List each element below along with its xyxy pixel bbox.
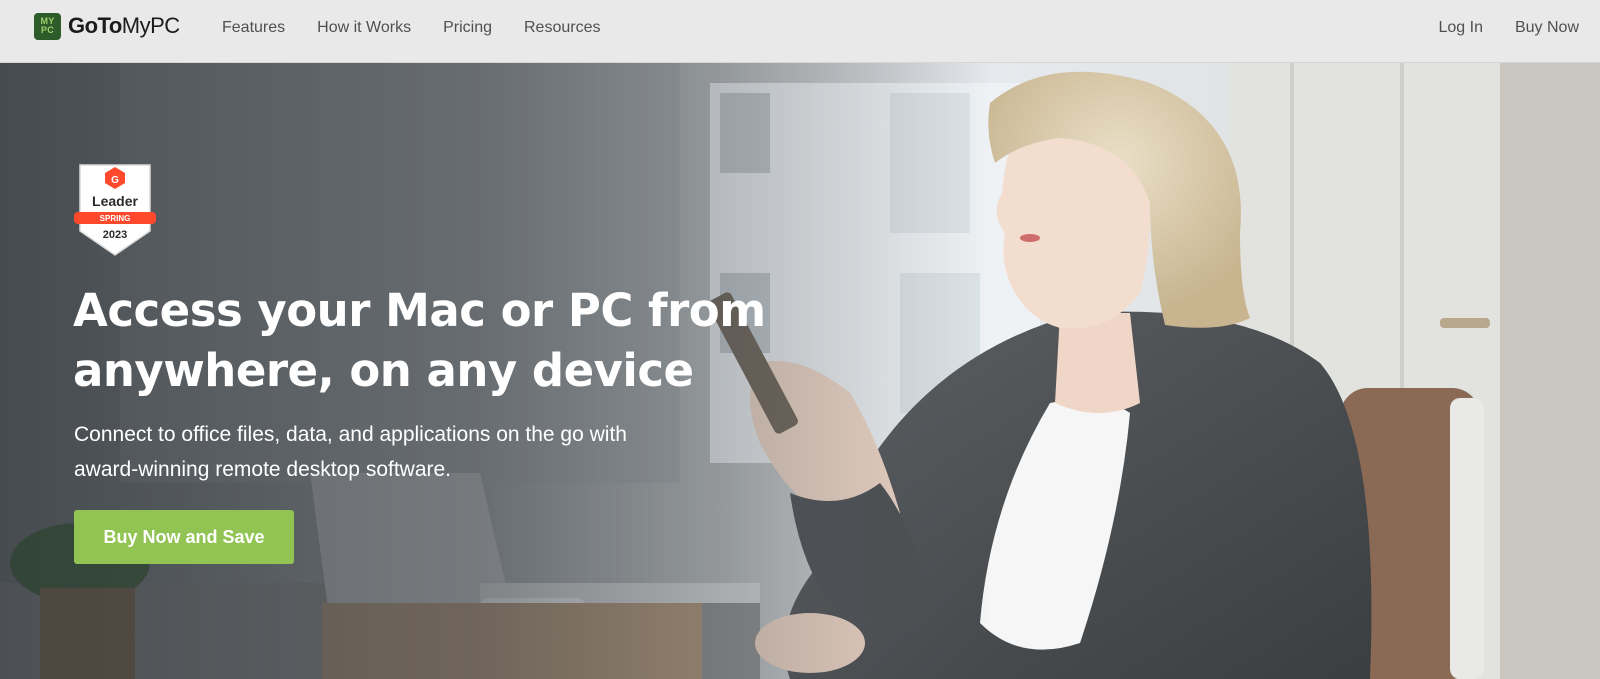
gotomypc-logo[interactable]: MY PC GoToMyPC xyxy=(34,12,180,40)
nav-link-log-in[interactable]: Log In xyxy=(1438,19,1482,37)
badge-season: SPRING xyxy=(100,214,131,223)
buy-now-and-save-button[interactable]: Buy Now and Save xyxy=(74,510,294,564)
logo-mark-bottom: PC xyxy=(41,25,54,35)
nav-link-resources[interactable]: Resources xyxy=(524,19,600,37)
logo-name-bold: GoTo xyxy=(68,13,122,38)
nav-link-features[interactable]: Features xyxy=(222,19,285,37)
nav-link-pricing[interactable]: Pricing xyxy=(443,19,492,37)
badge-brand-letter: G xyxy=(111,175,119,186)
badge-title: Leader xyxy=(92,193,138,209)
top-navigation: MY PC GoToMyPC Features How it Works Pri… xyxy=(0,0,1600,63)
hero-section: G Leader SPRING 2023 Access your Mac or … xyxy=(0,63,1600,679)
hero-subtitle: Connect to office files, data, and appli… xyxy=(74,417,774,487)
g2-leader-badge: G Leader SPRING 2023 xyxy=(74,164,156,256)
nav-link-how-it-works[interactable]: How it Works xyxy=(317,19,411,37)
nav-link-buy-now[interactable]: Buy Now xyxy=(1515,19,1579,37)
logo-wordmark: GoToMyPC xyxy=(68,13,180,39)
logo-mark-icon: MY PC xyxy=(34,12,61,40)
hero-subtitle-line-2: award-winning remote desktop software. xyxy=(74,458,452,481)
hero-title: Access your Mac or PC from anywhere, on … xyxy=(73,281,813,401)
hero-title-line-2: anywhere, on any device xyxy=(73,344,694,397)
logo-name-light: MyPC xyxy=(121,13,180,38)
account-nav: Log In Buy Now xyxy=(1406,0,1579,56)
badge-year: 2023 xyxy=(103,229,127,241)
hero-title-line-1: Access your Mac or PC from xyxy=(73,284,766,337)
primary-nav: Features How it Works Pricing Resources xyxy=(222,0,632,56)
hero-subtitle-line-1: Connect to office files, data, and appli… xyxy=(74,423,627,446)
